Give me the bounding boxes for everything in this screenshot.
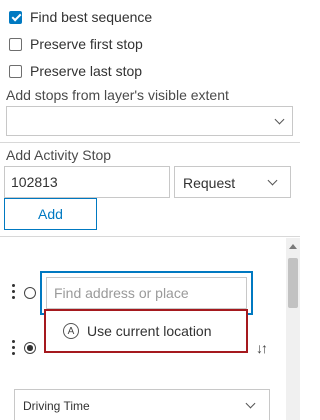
stop-origin-marker-icon bbox=[24, 287, 36, 299]
swap-stops-icon[interactable]: ↓↑ bbox=[256, 340, 268, 356]
activity-stop-label: Add Activity Stop bbox=[6, 147, 112, 163]
find-best-sequence-label: Find best sequence bbox=[30, 9, 153, 25]
preserve-last-stop-option[interactable]: Preserve last stop bbox=[9, 62, 142, 80]
find-best-sequence-checkbox[interactable] bbox=[9, 10, 22, 24]
scroll-up-arrow-icon[interactable] bbox=[289, 244, 297, 249]
layer-stops-select[interactable] bbox=[6, 106, 293, 136]
preserve-first-stop-label: Preserve first stop bbox=[30, 36, 143, 52]
activity-stop-id-input[interactable]: 102813 bbox=[4, 166, 170, 198]
add-activity-stop-button[interactable]: Add bbox=[4, 198, 97, 230]
activity-type-value: Request bbox=[183, 175, 236, 191]
drag-handle-icon[interactable] bbox=[12, 284, 16, 299]
divider bbox=[0, 236, 300, 237]
layer-stops-label: Add stops from layer's visible extent bbox=[6, 87, 229, 103]
chevron-down-icon bbox=[274, 114, 285, 125]
chevron-down-icon bbox=[245, 398, 256, 409]
drag-handle-icon[interactable] bbox=[12, 340, 16, 355]
preserve-last-stop-label: Preserve last stop bbox=[30, 63, 143, 79]
travel-mode-value: Driving Time bbox=[23, 399, 90, 413]
suggestion-label: Use current location bbox=[87, 323, 212, 339]
use-current-location-suggestion[interactable]: A Use current location bbox=[44, 309, 248, 353]
preserve-first-stop-option[interactable]: Preserve first stop bbox=[9, 35, 143, 53]
chevron-down-icon bbox=[267, 175, 278, 186]
scrollbar-thumb[interactable] bbox=[288, 258, 298, 308]
activity-type-select[interactable]: Request bbox=[174, 166, 291, 198]
find-best-sequence-option[interactable]: Find best sequence bbox=[9, 8, 152, 26]
stops-scrollbar[interactable] bbox=[286, 238, 300, 420]
preserve-last-stop-checkbox[interactable] bbox=[9, 64, 22, 78]
travel-mode-select[interactable]: Driving Time bbox=[14, 389, 270, 420]
stop-destination-marker-icon bbox=[24, 342, 36, 354]
search-input[interactable]: Find address or place bbox=[46, 277, 247, 309]
location-a-icon: A bbox=[63, 323, 79, 339]
divider bbox=[0, 142, 300, 143]
preserve-first-stop-checkbox[interactable] bbox=[9, 37, 22, 51]
